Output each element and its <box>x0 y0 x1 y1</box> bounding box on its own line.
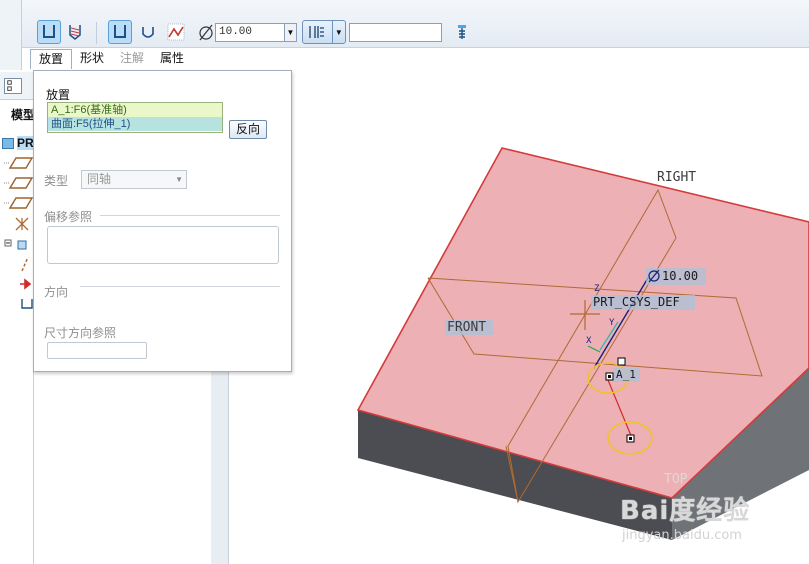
offset-references-box[interactable] <box>47 226 279 264</box>
tree-item-insert-here-icon[interactable] <box>2 276 34 292</box>
depth-value-input[interactable] <box>349 23 442 42</box>
direction-label: 方向 <box>44 285 69 299</box>
csys-z-label: Z <box>594 284 600 294</box>
tree-root-label: PR <box>17 136 34 150</box>
tree-item-datum-axis-icon[interactable] <box>2 256 34 272</box>
csys-label[interactable]: PRT_CSYS_DEF <box>593 295 680 309</box>
simple-hole-icon[interactable] <box>37 20 61 44</box>
divider <box>80 286 280 287</box>
csys-y-label: Y <box>609 318 615 328</box>
tab-placement[interactable]: 放置 <box>30 49 73 69</box>
diameter-dim-label[interactable]: 10.00 <box>662 269 698 283</box>
tree-item-datum-plane-icon[interactable] <box>2 175 34 191</box>
placement-panel: 放置 A_1:F6(基准轴) 曲面:F5(拉伸_1) 反向 类型 同轴 ▼ 偏移… <box>33 70 292 372</box>
tab-notes[interactable]: 注解 <box>112 49 152 69</box>
part-icon <box>2 137 14 149</box>
placement-references-list[interactable]: A_1:F6(基准轴) 曲面:F5(拉伸_1) <box>47 102 223 133</box>
chevron-down-icon[interactable]: ▼ <box>331 21 345 43</box>
placement-section-title: 放置 <box>46 88 71 102</box>
depth-option-button[interactable]: ▼ <box>302 20 346 44</box>
dashboard-tabs: 放置 形状 注解 属性 <box>30 49 192 69</box>
hole-preview-icon[interactable] <box>450 20 474 44</box>
watermark-logo: Bai度经验 <box>620 496 751 526</box>
tree-item-hole-icon[interactable] <box>2 296 34 312</box>
diameter-icon <box>198 22 214 42</box>
tab-properties[interactable]: 属性 <box>152 49 192 69</box>
top-plane-label[interactable]: TOP <box>664 472 687 487</box>
toolbar-separator <box>96 22 97 44</box>
tree-root-item[interactable]: PR <box>2 136 34 150</box>
tree-item-csys-icon[interactable] <box>2 216 34 232</box>
front-plane-label[interactable]: FRONT <box>447 320 486 335</box>
model-tree-tab-icon[interactable] <box>4 78 22 94</box>
standard-drill-profile-icon[interactable] <box>136 20 160 44</box>
type-select[interactable]: 同轴 ▼ <box>81 170 187 189</box>
chevron-down-icon[interactable]: ▼ <box>175 171 183 188</box>
reference-item-axis[interactable]: A_1:F6(基准轴) <box>48 103 222 117</box>
blind-depth-icon[interactable] <box>303 21 332 43</box>
tab-shape[interactable]: 形状 <box>72 49 112 69</box>
axis-label[interactable]: A_1 <box>616 368 636 381</box>
right-plane-label[interactable]: RIGHT <box>657 170 696 185</box>
offset-references-label: 偏移参照 <box>44 210 93 224</box>
dimension-direction-label: 尺寸方向参照 <box>44 326 117 340</box>
standard-hole-icon[interactable] <box>63 20 87 44</box>
type-label: 类型 <box>44 174 69 188</box>
diameter-value[interactable]: 10.00 <box>216 24 284 41</box>
graphics-side-strip <box>211 372 229 564</box>
chevron-down-icon[interactable]: ▼ <box>284 24 296 41</box>
tree-item-datum-plane-icon[interactable] <box>2 155 34 171</box>
predefined-rectangle-icon[interactable] <box>108 20 132 44</box>
dimension-direction-box[interactable] <box>47 342 147 359</box>
sketch-profile-icon[interactable] <box>164 20 188 44</box>
watermark-url: jingyan.baidu.com <box>622 528 742 543</box>
flip-button[interactable]: 反向 <box>229 120 267 139</box>
tree-item-datum-plane-icon[interactable] <box>2 195 34 211</box>
baidu-watermark: Bai度经验 jingyan.baidu.com <box>620 490 806 550</box>
tree-item-extrude-icon[interactable] <box>2 236 34 252</box>
reference-item-surface[interactable]: 曲面:F5(拉伸_1) <box>48 117 222 131</box>
type-value: 同轴 <box>87 172 112 186</box>
toolbar-left-gutter <box>0 0 22 70</box>
model-tree-tab-label[interactable]: 模型 <box>11 106 35 123</box>
csys-x-label: X <box>586 336 592 346</box>
divider <box>100 215 280 216</box>
diameter-input[interactable]: 10.00 ▼ <box>215 23 297 42</box>
